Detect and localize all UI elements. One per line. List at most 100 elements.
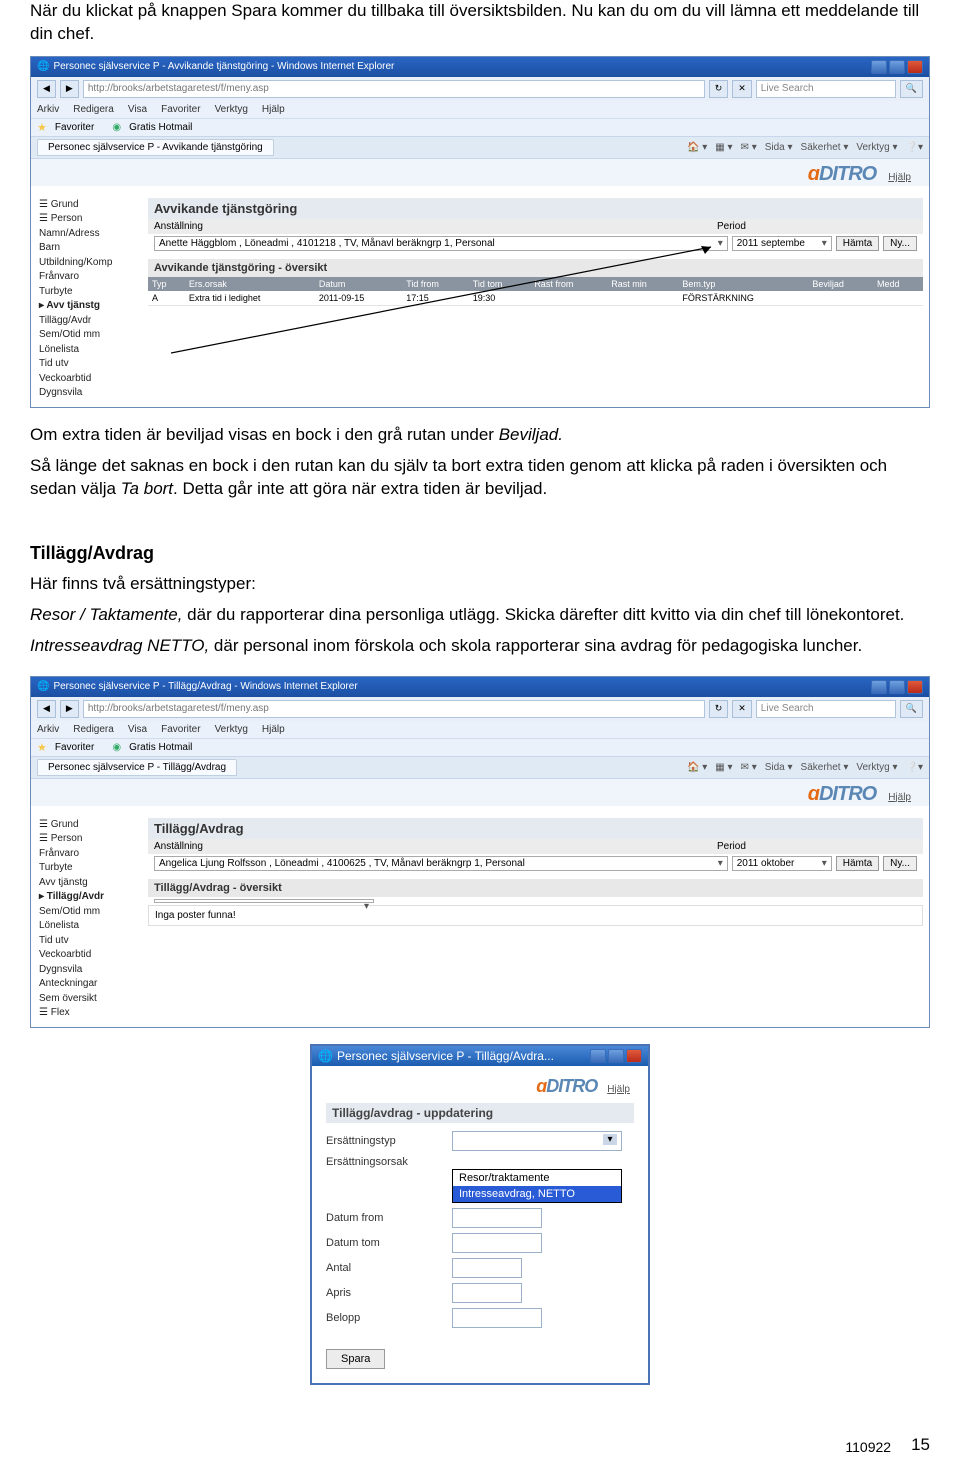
sidebar-item-active[interactable]: ▸ Tillägg/Avdr — [37, 890, 142, 905]
menu-item[interactable]: Favoriter — [161, 724, 200, 735]
menu-item[interactable]: Favoriter — [161, 104, 200, 115]
feed-icon[interactable]: ▦ ▾ — [715, 762, 732, 773]
home-icon[interactable]: 🏠 ▾ — [687, 142, 707, 153]
minimize-icon[interactable] — [871, 60, 887, 74]
url-input[interactable]: http://brooks/arbetstagaretest/f/meny.as… — [83, 80, 705, 98]
new-button[interactable]: Ny... — [883, 236, 917, 251]
home-icon[interactable]: 🏠 ▾ — [687, 762, 707, 773]
minimize-icon[interactable] — [871, 680, 887, 694]
toolbar-item[interactable]: Säkerhet ▾ — [801, 142, 849, 153]
feed-icon[interactable]: ▦ ▾ — [715, 142, 732, 153]
stop-button[interactable]: ✕ — [732, 700, 752, 718]
sidebar-item[interactable]: Turbyte — [37, 285, 142, 300]
sidebar-item[interactable]: Anteckningar — [37, 977, 142, 992]
sidebar-item[interactable]: ☰ Person — [37, 212, 142, 227]
minimize-icon[interactable] — [590, 1049, 606, 1063]
sidebar-item[interactable]: ☰ Grund — [37, 198, 142, 213]
sidebar-item[interactable]: Sem/Otid mm — [37, 905, 142, 920]
type-select[interactable] — [452, 1131, 622, 1151]
new-button[interactable]: Ny... — [883, 856, 917, 871]
sidebar-item[interactable]: ☰ Person — [37, 832, 142, 847]
menu-item[interactable]: Visa — [128, 724, 147, 735]
dropdown-option-selected[interactable]: Intresseavdrag, NETTO — [453, 1186, 621, 1202]
sidebar-item[interactable]: Lönelista — [37, 919, 142, 934]
favorites-label[interactable]: Favoriter — [55, 122, 94, 133]
sidebar-item[interactable]: Tid utv — [37, 934, 142, 949]
sidebar-item[interactable]: Tid utv — [37, 357, 142, 372]
sidebar-item[interactable]: Turbyte — [37, 861, 142, 876]
period-select[interactable]: 2011 septembe — [732, 236, 832, 251]
star-icon[interactable]: ★ — [37, 121, 47, 134]
favorites-label[interactable]: Favoriter — [55, 742, 94, 753]
help-icon[interactable]: ❔▾ — [906, 142, 923, 153]
employment-select[interactable]: Angelica Ljung Rolfsson , Löneadmi , 410… — [154, 856, 728, 871]
save-button[interactable]: Spara — [326, 1349, 385, 1369]
price-input[interactable] — [452, 1283, 522, 1303]
date-to-input[interactable] — [452, 1233, 542, 1253]
help-link[interactable]: Hjälp — [888, 172, 911, 183]
mail-icon[interactable]: ✉ ▾ — [741, 762, 757, 773]
stop-button[interactable]: ✕ — [732, 80, 752, 98]
maximize-icon[interactable] — [889, 680, 905, 694]
date-from-input[interactable] — [452, 1208, 542, 1228]
search-button[interactable]: 🔍 — [900, 700, 923, 718]
sidebar-item[interactable]: Tillägg/Avdr — [37, 314, 142, 329]
help-link[interactable]: Hjälp — [607, 1084, 630, 1095]
url-input[interactable]: http://brooks/arbetstagaretest/f/meny.as… — [83, 700, 705, 718]
toolbar-item[interactable]: Verktyg ▾ — [856, 142, 897, 153]
forward-button[interactable]: ▶ — [60, 700, 79, 718]
sidebar-item[interactable]: Veckoarbtid — [37, 372, 142, 387]
search-input[interactable]: Live Search — [756, 700, 896, 718]
browser-tab[interactable]: Personec självservice P - Avvikande tjän… — [37, 139, 274, 156]
close-icon[interactable] — [626, 1049, 642, 1063]
help-icon[interactable]: ❔▾ — [906, 762, 923, 773]
close-icon[interactable] — [907, 60, 923, 74]
menu-item[interactable]: Hjälp — [262, 104, 285, 115]
quantity-input[interactable] — [452, 1258, 522, 1278]
menu-item[interactable]: Hjälp — [262, 724, 285, 735]
dropdown-option[interactable]: Resor/traktamente — [453, 1170, 621, 1186]
amount-input[interactable] — [452, 1308, 542, 1328]
sidebar-item-active[interactable]: ▸ Avv tjänstg — [37, 299, 142, 314]
sidebar-item[interactable]: Avv tjänstg — [37, 876, 142, 891]
back-button[interactable]: ◀ — [37, 700, 56, 718]
maximize-icon[interactable] — [608, 1049, 624, 1063]
star-icon[interactable]: ★ — [37, 741, 47, 754]
menu-item[interactable]: Redigera — [73, 104, 114, 115]
fetch-button[interactable]: Hämta — [836, 856, 879, 871]
close-icon[interactable] — [907, 680, 923, 694]
sidebar-item[interactable]: Veckoarbtid — [37, 948, 142, 963]
browser-tab[interactable]: Personec självservice P - Tillägg/Avdrag — [37, 759, 237, 776]
maximize-icon[interactable] — [889, 60, 905, 74]
sidebar-item[interactable]: Namn/Adress — [37, 227, 142, 242]
sidebar-item[interactable]: Dygnsvila — [37, 963, 142, 978]
refresh-button[interactable]: ↻ — [709, 700, 729, 718]
table-row[interactable]: A Extra tid i ledighet 2011-09-15 17:15 … — [148, 291, 923, 306]
sidebar-item[interactable]: Lönelista — [37, 343, 142, 358]
refresh-button[interactable]: ↻ — [709, 80, 729, 98]
back-button[interactable]: ◀ — [37, 80, 56, 98]
menu-item[interactable]: Verktyg — [215, 104, 248, 115]
employment-select[interactable]: Anette Häggblom , Löneadmi , 4101218 , T… — [154, 236, 728, 251]
sidebar-item[interactable]: Sem översikt — [37, 992, 142, 1007]
help-link[interactable]: Hjälp — [888, 792, 911, 803]
sidebar-item[interactable]: Frånvaro — [37, 847, 142, 862]
menu-item[interactable]: Arkiv — [37, 104, 59, 115]
sidebar-item[interactable]: Utbildning/Komp — [37, 256, 142, 271]
favorite-link[interactable]: Gratis Hotmail — [129, 122, 192, 133]
toolbar-item[interactable]: Verktyg ▾ — [856, 762, 897, 773]
forward-button[interactable]: ▶ — [60, 80, 79, 98]
menu-item[interactable]: Redigera — [73, 724, 114, 735]
search-input[interactable]: Live Search — [756, 80, 896, 98]
menu-item[interactable]: Visa — [128, 104, 147, 115]
sidebar-item[interactable]: ☰ Grund — [37, 818, 142, 833]
filter-select[interactable] — [154, 899, 374, 903]
sidebar-item[interactable]: ☰ Flex — [37, 1006, 142, 1021]
favorite-link[interactable]: Gratis Hotmail — [129, 742, 192, 753]
period-select[interactable]: 2011 oktober — [732, 856, 832, 871]
toolbar-item[interactable]: Säkerhet ▾ — [801, 762, 849, 773]
sidebar-item[interactable]: Barn — [37, 241, 142, 256]
fetch-button[interactable]: Hämta — [836, 236, 879, 251]
toolbar-item[interactable]: Sida ▾ — [765, 762, 793, 773]
search-button[interactable]: 🔍 — [900, 80, 923, 98]
